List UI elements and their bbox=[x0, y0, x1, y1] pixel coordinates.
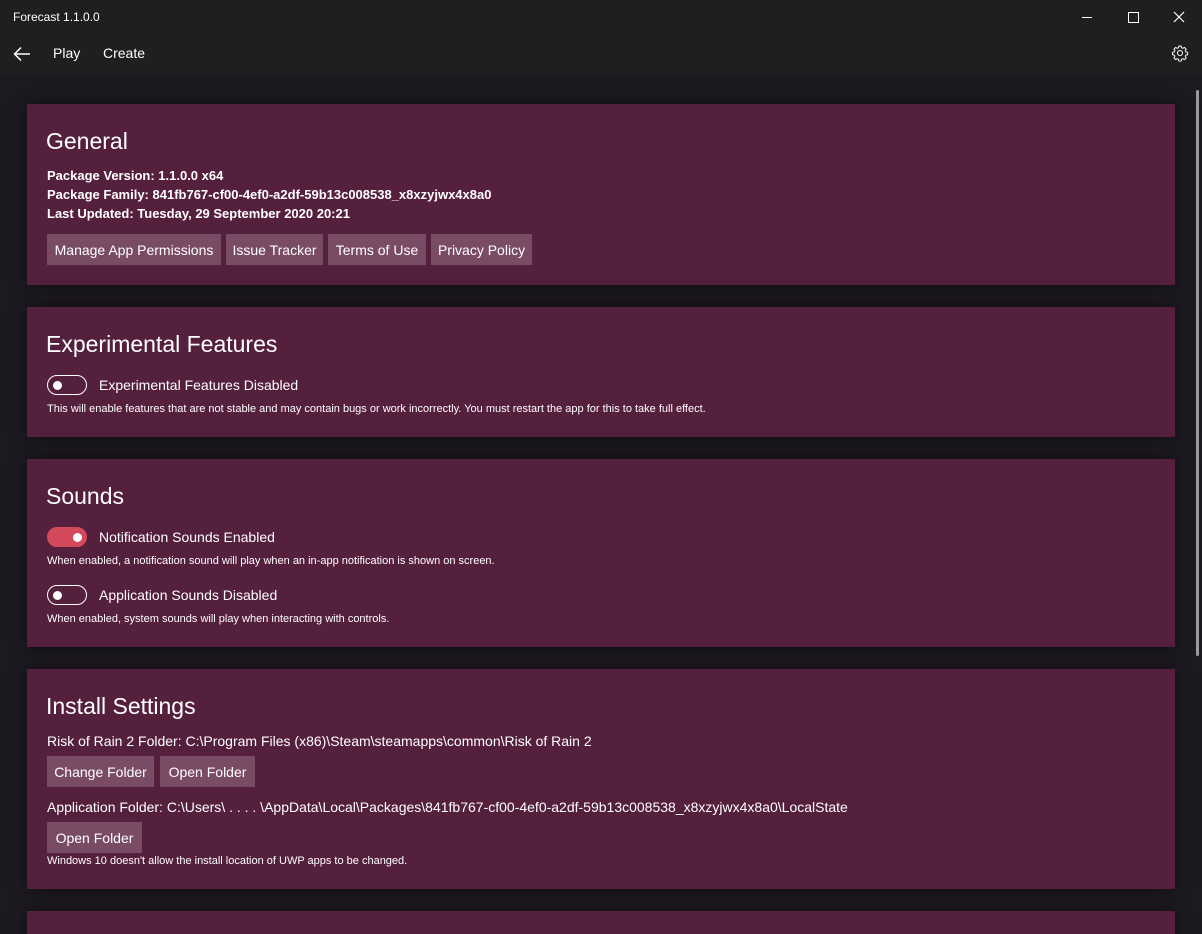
close-icon bbox=[1173, 11, 1185, 23]
maximize-icon bbox=[1127, 11, 1139, 23]
toggle-knob bbox=[53, 380, 62, 390]
sounds-title: Sounds bbox=[46, 483, 125, 509]
package-version: Package Version: 1.1.0.0 x64 bbox=[47, 168, 224, 183]
notification-sounds-label: Notification Sounds Enabled bbox=[99, 529, 275, 545]
toggle-knob bbox=[73, 532, 82, 542]
nav-item-play[interactable]: Play bbox=[53, 45, 80, 61]
settings-content: General Package Version: 1.1.0.0 x64 Pac… bbox=[0, 74, 1202, 934]
open-ror2-folder-button[interactable]: Open Folder bbox=[160, 756, 255, 787]
title-bar: Forecast 1.1.0.0 bbox=[0, 0, 1202, 34]
next-settings-card bbox=[27, 911, 1175, 934]
install-settings-card: Install Settings Risk of Rain 2 Folder: … bbox=[27, 669, 1175, 889]
sounds-card: Sounds Notification Sounds Enabled When … bbox=[27, 459, 1175, 647]
close-button[interactable] bbox=[1156, 0, 1202, 34]
application-folder-path: Application Folder: C:\Users\ . . . . \A… bbox=[47, 799, 848, 815]
toggle-knob bbox=[53, 590, 62, 600]
maximize-button[interactable] bbox=[1110, 0, 1156, 34]
privacy-policy-button[interactable]: Privacy Policy bbox=[431, 234, 532, 265]
notification-sounds-description: When enabled, a notification sound will … bbox=[47, 555, 495, 567]
experimental-toggle-label: Experimental Features Disabled bbox=[99, 377, 299, 393]
install-location-note: Windows 10 doesn't allow the install loc… bbox=[47, 855, 408, 867]
experimental-description: This will enable features that are not s… bbox=[47, 403, 706, 415]
manage-app-permissions-button[interactable]: Manage App Permissions bbox=[47, 234, 221, 265]
experimental-toggle[interactable] bbox=[47, 375, 87, 395]
nav-bar: Play Create bbox=[0, 34, 1202, 74]
vertical-scrollbar[interactable] bbox=[1196, 90, 1199, 656]
application-sounds-description: When enabled, system sounds will play wh… bbox=[47, 613, 390, 625]
notification-sounds-toggle[interactable] bbox=[47, 527, 87, 547]
experimental-card: Experimental Features Experimental Featu… bbox=[27, 307, 1175, 437]
terms-of-use-button[interactable]: Terms of Use bbox=[328, 234, 426, 265]
experimental-title: Experimental Features bbox=[46, 331, 278, 357]
general-title: General bbox=[46, 128, 128, 154]
nav-item-create[interactable]: Create bbox=[103, 45, 145, 61]
settings-button[interactable] bbox=[1168, 41, 1192, 65]
open-application-folder-button[interactable]: Open Folder bbox=[47, 822, 142, 853]
ror2-folder-path: Risk of Rain 2 Folder: C:\Program Files … bbox=[47, 733, 592, 749]
package-family: Package Family: 841fb767-cf00-4ef0-a2df-… bbox=[47, 187, 492, 202]
minimize-button[interactable] bbox=[1064, 0, 1110, 34]
application-sounds-toggle[interactable] bbox=[47, 585, 87, 605]
general-card: General Package Version: 1.1.0.0 x64 Pac… bbox=[27, 104, 1175, 285]
last-updated: Last Updated: Tuesday, 29 September 2020… bbox=[47, 206, 350, 221]
minimize-icon bbox=[1082, 16, 1092, 18]
back-arrow-icon bbox=[13, 46, 30, 62]
app-window: Forecast 1.1.0.0 Play Create General Pac… bbox=[0, 0, 1202, 934]
issue-tracker-button[interactable]: Issue Tracker bbox=[226, 234, 323, 265]
window-title: Forecast 1.1.0.0 bbox=[13, 10, 100, 24]
gear-icon bbox=[1171, 45, 1189, 62]
install-settings-title: Install Settings bbox=[46, 693, 196, 719]
change-folder-button[interactable]: Change Folder bbox=[47, 756, 154, 787]
application-sounds-label: Application Sounds Disabled bbox=[99, 587, 278, 603]
back-button[interactable] bbox=[8, 40, 36, 68]
